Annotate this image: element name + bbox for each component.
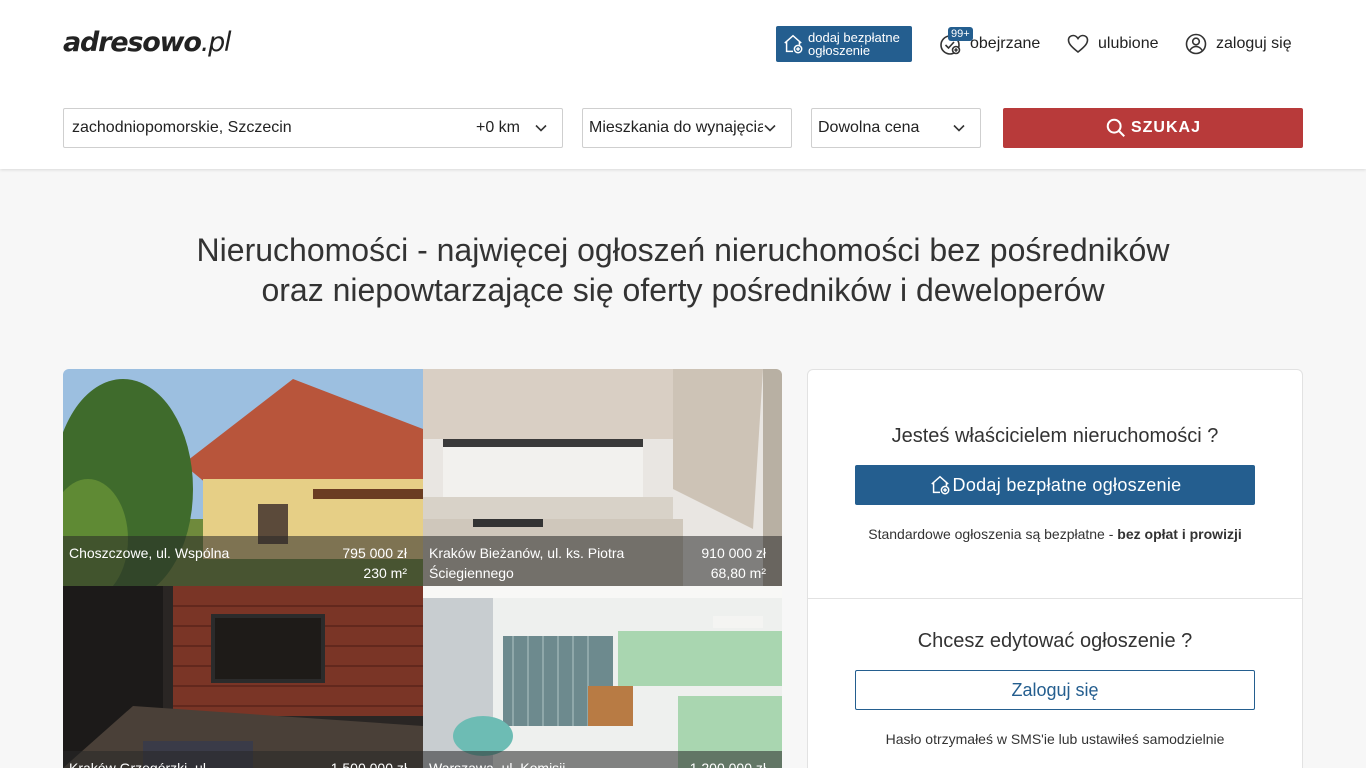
listing-tile[interactable]: Kraków Bieżanów, ul. ks. Piotra Ściegien… [423,369,782,586]
free-listing-note: Standardowe ogłoszenia są bezpłatne - be… [868,526,1242,542]
add-listing-button[interactable]: dodaj bezpłatne ogłoszenie [776,26,912,62]
add-listing-line2: ogłoszenie [808,43,871,58]
listing-address: Kraków Grzegórzki, ul. [69,760,210,768]
house-plus-icon [930,475,949,495]
login-label: zaloguj się [1216,35,1292,52]
search-button[interactable]: SZUKAJ [1003,108,1303,148]
house-plus-icon [784,34,803,54]
listing-tile[interactable]: Warszawa, ul. Komisji 1 200 000 zł [423,586,782,768]
listing-tile[interactable]: Kraków Grzegórzki, ul. 1 500 000 zł [63,586,423,768]
watched-count-badge: 99+ [948,27,973,41]
password-note: Hasło otrzymałeś w SMS'ie lub ustawiłeś … [885,731,1225,747]
card-login-button[interactable]: Zaloguj się [855,670,1255,710]
chevron-down-icon[interactable] [534,121,548,135]
listing-area: 230 m² [363,565,407,581]
listing-caption: Kraków Grzegórzki, ul. 1 500 000 zł [63,751,423,768]
listing-caption: Choszczowe, ul. Wspólna 795 000 zł 230 m² [63,536,423,586]
user-icon [1185,33,1207,55]
add-listing-cta-button[interactable]: Dodaj bezpłatne ogłoszenie [855,465,1255,505]
search-button-label: SZUKAJ [1130,119,1201,136]
listing-price: 910 000 zł [701,545,766,561]
heart-icon [1067,34,1089,54]
chevron-down-icon [953,124,965,132]
listing-caption: Warszawa, ul. Komisji 1 200 000 zł [423,751,782,768]
login-link[interactable]: zaloguj się [1184,31,1292,57]
price-select[interactable]: Dowolna cena [811,108,981,148]
divider [808,598,1302,599]
favorites-link[interactable]: ulubione [1066,31,1159,57]
property-type-select[interactable]: Mieszkania do wynajęcia [582,108,792,148]
listing-address: Kraków Bieżanów, ul. ks. Piotra Ściegien… [429,545,625,581]
location-value: zachodniopomorskie, Szczecin [72,119,292,136]
headline-line1: Nieruchomości - najwięcej ogłoszeń nieru… [196,232,1170,268]
listing-caption: Kraków Bieżanów, ul. ks. Piotra Ściegien… [423,536,782,586]
watched-label: obejrzane [970,35,1041,52]
listing-address: Warszawa, ul. Komisji [429,760,566,768]
location-input[interactable]: zachodniopomorskie, Szczecin +0 km [63,108,563,148]
radius-select[interactable]: +0 km [476,119,520,137]
listing-photo [423,586,782,768]
listing-tile[interactable]: Choszczowe, ul. Wspólna 795 000 zł 230 m² [63,369,423,586]
chevron-down-icon [764,124,776,132]
listing-price: 1 500 000 zł [330,760,407,768]
property-type-value: Mieszkania do wynajęcia [589,119,763,136]
owner-question: Jesteś właścicielem nieruchomości ? [891,425,1219,447]
page-headline: Nieruchomości - najwięcej ogłoszeń nieru… [0,230,1366,310]
site-header: adresowo.pl dodaj bezpłatne ogłoszenie ob… [0,0,1366,169]
edit-question: Chcesz edytować ogłoszenie ? [917,630,1193,652]
price-value: Dowolna cena [818,119,920,136]
headline-line2: oraz niepowtarzające się oferty pośredni… [261,272,1105,308]
listing-area: 68,80 m² [710,565,766,581]
listing-price: 1 200 000 zł [689,760,766,768]
featured-listings: Choszczowe, ul. Wspólna 795 000 zł 230 m²… [63,369,782,768]
logo[interactable]: adresowo.pl [63,27,231,58]
listing-address: Choszczowe, ul. Wspólna [69,545,230,561]
listing-price: 795 000 zł [342,545,407,561]
search-icon [1106,118,1125,137]
listing-photo [63,586,423,768]
owner-card: Jesteś właścicielem nieruchomości ? Doda… [807,369,1303,768]
favorites-label: ulubione [1098,35,1159,52]
add-listing-cta-label: Dodaj bezpłatne ogłoszenie [952,474,1182,495]
